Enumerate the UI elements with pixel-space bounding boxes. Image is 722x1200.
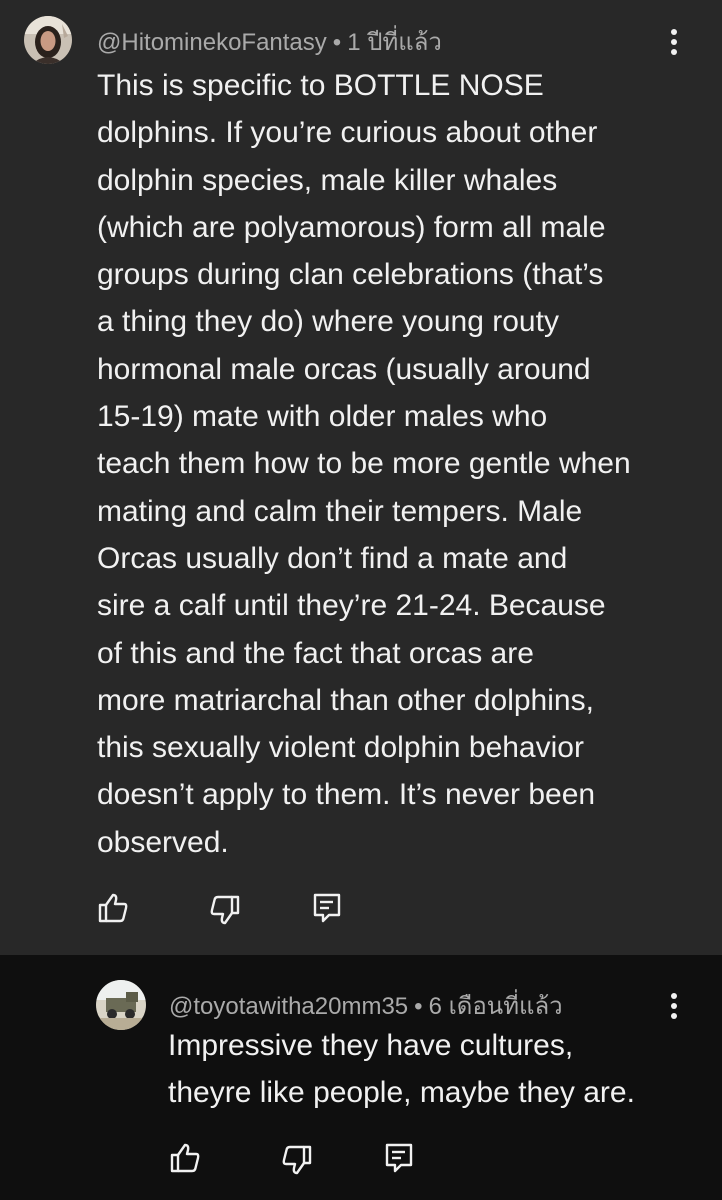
comment-text-line: groups during clan celebrations (that’s (97, 258, 604, 292)
author-name[interactable]: @toyotawitha20mm35 (169, 993, 408, 1020)
like-icon (170, 1143, 200, 1173)
comment-text-line: Orcas usually don’t find a mate and (97, 541, 568, 575)
comment-header: @HitominekoFantasy • 1 ปีที่แล้ว (97, 22, 442, 61)
reply-card: @toyotawitha20mm35 • 6 เดือนที่แล้ว Impres… (0, 955, 722, 1200)
reply-text: Impressive they have cultures, theyre li… (168, 1022, 688, 1117)
avatar[interactable] (24, 16, 72, 64)
separator-dot: • (414, 993, 423, 1020)
comment-text-line: more matriarchal than other dolphins, (97, 683, 594, 717)
dislike-button[interactable] (280, 1143, 314, 1177)
like-button[interactable] (96, 891, 130, 925)
comment-text-line: a thing they do) where young routy (97, 305, 559, 339)
timestamp: 1 ปีที่แล้ว (347, 29, 442, 56)
comment-text-line: This is specific to BOTTLE NOSE (97, 69, 544, 102)
like-button[interactable] (168, 1141, 202, 1175)
dislike-icon (210, 895, 240, 925)
more-vertical-icon (671, 29, 677, 55)
comment-text-line: sire a calf until they’re 21-24. Because (97, 589, 606, 623)
dislike-icon (282, 1145, 312, 1175)
comment-text-line: dolphins. If you’re curious about other (97, 116, 598, 150)
separator-dot: • (332, 29, 342, 56)
comment-text-line: hormonal male orcas (usually around (97, 352, 591, 386)
reply-text-line: Impressive they have cultures, (168, 1029, 574, 1062)
more-vertical-icon (671, 993, 677, 1019)
reply-text-line: theyre like people, maybe they are. (168, 1076, 635, 1110)
comment-text-line: observed. (97, 825, 229, 859)
comment-text-line: mating and calm their tempers. Male (97, 494, 583, 528)
timestamp: 6 เดือนที่แล้ว (428, 993, 563, 1020)
reply-button[interactable] (382, 1141, 416, 1175)
dislike-button[interactable] (208, 893, 242, 927)
author-name[interactable]: @HitominekoFantasy (97, 29, 327, 56)
reply-button[interactable] (310, 891, 344, 925)
comment-header: @toyotawitha20mm35 • 6 เดือนที่แล้ว (169, 986, 563, 1025)
avatar-image (96, 980, 146, 1030)
comment-text-line: of this and the fact that orcas are (97, 636, 534, 670)
comment-text-line: dolphin species, male killer whales (97, 163, 558, 197)
like-icon (98, 893, 128, 923)
avatar[interactable] (96, 980, 146, 1030)
comment-card: @HitominekoFantasy • 1 ปีที่แล้ว This is s… (0, 0, 722, 955)
comment-text: This is specific to BOTTLE NOSE dolphins… (97, 62, 687, 866)
avatar-image (24, 16, 72, 64)
comment-text-line: doesn’t apply to them. It’s never been (97, 778, 596, 812)
reply-icon (385, 1143, 413, 1173)
reply-icon (313, 893, 341, 923)
more-options-button[interactable] (664, 990, 684, 1024)
comment-text-line: (which are polyamorous) form all male (97, 210, 606, 244)
comment-text-line: 15-19) mate with older males who (97, 400, 548, 434)
more-options-button[interactable] (664, 26, 684, 60)
comment-text-line: this sexually violent dolphin behavior (97, 731, 584, 765)
comment-text-line: teach them how to be more gentle when (97, 447, 631, 481)
